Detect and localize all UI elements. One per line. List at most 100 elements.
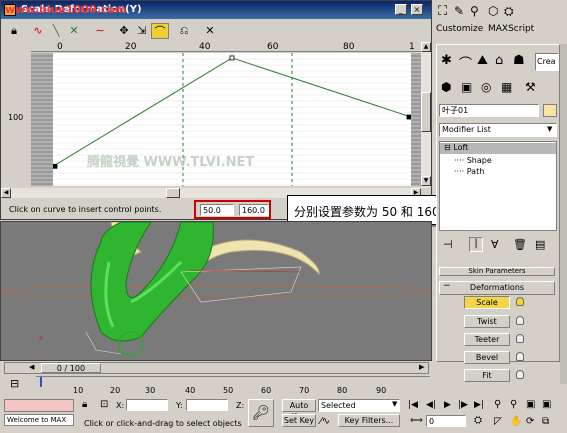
svg-text:x: x — [39, 334, 43, 342]
zoom-extents-icon[interactable]: ▣ — [526, 399, 535, 410]
go-to-start-icon[interactable]: |◀ — [408, 400, 418, 410]
welcome-field[interactable]: Welcome to MAX — [4, 414, 74, 426]
pin-stack-icon[interactable]: ⊣ — [443, 238, 453, 251]
track-bar-toggle-icon[interactable]: ⊟ — [10, 377, 19, 390]
create-tab[interactable]: Crea — [535, 53, 559, 71]
shapes-icon[interactable]: ▣ — [461, 80, 472, 94]
orbit-icon[interactable]: ⟳ — [526, 416, 534, 427]
create-tab-icon[interactable]: ✱ — [441, 53, 452, 68]
x-coord-field[interactable] — [126, 399, 168, 411]
cameras-icon[interactable]: ▦ — [501, 80, 512, 94]
modifier-list-dropdown[interactable]: Modifier List — [439, 123, 557, 137]
scale-point-icon[interactable]: ⇲ — [133, 23, 151, 39]
control-point[interactable] — [229, 55, 235, 61]
bevel-deform-button[interactable]: Bevel — [464, 351, 510, 364]
vertical-scrollbar[interactable]: ▲ ▼ — [421, 42, 431, 188]
previous-frame-icon[interactable]: ◀| — [426, 400, 436, 410]
lights-icon[interactable]: ◎ — [481, 80, 491, 94]
deformations-rollout[interactable]: Deformations — [439, 281, 555, 295]
configure-sets-icon[interactable]: ▤ — [535, 238, 545, 251]
set-key-curve-icon[interactable]: ⁄∿ — [320, 416, 330, 427]
absolute-mode-icon[interactable]: ⊡ — [100, 399, 108, 410]
key-mode-toggle-icon[interactable]: ⟺ — [410, 416, 423, 426]
pan-icon[interactable]: ✋ — [510, 416, 522, 427]
current-frame-field[interactable]: 0 — [426, 415, 466, 427]
zoom-icon[interactable]: ⚲ — [494, 399, 501, 410]
swap2-icon[interactable]: ∼ — [91, 23, 109, 39]
selected-dropdown[interactable]: Selected — [318, 399, 400, 412]
lock-selection-icon[interactable]: 🔒︎ — [82, 399, 87, 410]
auto-key-button[interactable]: Auto Key — [282, 399, 316, 421]
ruler-tick: 80 — [343, 42, 355, 52]
delete-point-icon[interactable]: ✕ — [201, 23, 219, 39]
skin-parameters-rollout[interactable]: Skin Parameters — [439, 267, 555, 276]
stack-item-loft[interactable]: ⊟ Loft — [440, 143, 556, 154]
zoom-extents-all-icon[interactable]: ▣ — [542, 399, 551, 410]
time-slider-thumb[interactable]: 0 / 100 — [41, 363, 101, 373]
set-key-button[interactable]: Set Key — [282, 414, 316, 427]
curve-alt-icon[interactable]: ╲ — [47, 23, 65, 39]
graph-status-text: Click on curve to insert control points. — [9, 205, 162, 214]
go-to-end-icon[interactable]: ▶| — [474, 400, 484, 410]
toolbar-icon-4[interactable]: ⬡ — [488, 4, 498, 18]
scale-bulb-icon[interactable] — [516, 297, 524, 306]
time-config-icon[interactable]: ⛭ — [474, 415, 482, 426]
timeline-tick: 80 — [337, 386, 348, 395]
twist-bulb-icon[interactable] — [516, 316, 524, 325]
slider-right-arrow[interactable]: ▶ — [419, 363, 424, 371]
lock-icon[interactable]: 🔒︎ — [5, 23, 23, 39]
key-filters-button[interactable]: Key Filters... — [338, 414, 400, 427]
toolbar-icon-5[interactable]: ⛭ — [504, 4, 514, 19]
perspective-viewport[interactable]: x — [0, 221, 432, 361]
move-point-icon[interactable]: ✥ — [115, 23, 133, 39]
hierarchy-tab-icon[interactable]: ⛰ — [477, 53, 488, 68]
menu-maxscript[interactable]: MAXScript — [488, 24, 534, 34]
point-y-field[interactable]: 160.0 — [239, 204, 269, 216]
toolbar-icon-1[interactable]: ⛶ — [438, 4, 447, 19]
slider-left-arrow[interactable]: ◀ — [29, 363, 34, 371]
object-color-swatch[interactable] — [543, 104, 557, 117]
toolbar-icon-3[interactable]: ⚲ — [470, 4, 479, 18]
maxscript-listener-mini[interactable] — [4, 399, 74, 412]
motion-tab-icon[interactable]: ⌂ — [495, 53, 503, 68]
time-slider[interactable]: 0 / 100 ◀ ▶ — [4, 362, 429, 374]
maximize-viewport-icon[interactable]: ⧉ — [542, 416, 549, 427]
twist-deform-button[interactable]: Twist — [464, 315, 510, 328]
control-point[interactable] — [406, 114, 411, 120]
make-unique-icon[interactable]: ∀ — [491, 238, 499, 251]
point-x-field[interactable]: 50.0 — [200, 204, 234, 216]
show-end-result-icon[interactable]: | — [469, 237, 483, 252]
scale-deform-button[interactable]: Scale — [464, 296, 510, 309]
utilities-icon[interactable]: ⚒ — [525, 80, 536, 94]
fit-deform-button[interactable]: Fit — [464, 369, 510, 382]
stack-item-path[interactable]: ···· Path — [454, 167, 484, 176]
zoom-all-icon[interactable]: ⚲ — [510, 399, 517, 410]
modify-tab-icon[interactable]: ⌒ — [459, 53, 472, 72]
next-frame-icon[interactable]: |▶ — [458, 400, 468, 410]
curve-icon[interactable]: ∿ — [29, 23, 47, 39]
remove-modifier-icon[interactable]: 🗑︎ — [513, 238, 527, 251]
minimize-button[interactable]: _ — [395, 4, 407, 15]
fit-bulb-icon[interactable] — [516, 370, 524, 379]
menu-customize[interactable]: Customize — [436, 24, 483, 34]
teeter-bulb-icon[interactable] — [516, 334, 524, 343]
fov-icon[interactable]: ◸ — [494, 416, 502, 427]
teeter-deform-button[interactable]: Teeter — [464, 333, 510, 346]
y-coord-field[interactable] — [186, 399, 228, 411]
control-point[interactable] — [53, 163, 58, 169]
panel-subtabs: ⬢ ▣ ◎ ▦ ⚒ — [439, 79, 557, 99]
bevel-bulb-icon[interactable] — [516, 352, 524, 361]
modifier-stack[interactable]: ⊟ Loft ···· Shape ···· Path — [439, 141, 557, 231]
swap-icon[interactable]: ✕ — [65, 23, 83, 39]
panel-scrollbar[interactable] — [560, 44, 567, 384]
close-button[interactable]: × — [411, 4, 423, 15]
stack-item-shape[interactable]: ···· Shape — [454, 156, 492, 165]
key-mode-icon[interactable]: 🔑︎ — [248, 399, 274, 427]
geometry-icon[interactable]: ⬢ — [441, 80, 451, 94]
reset-icon[interactable]: ⎌ — [175, 23, 193, 39]
play-icon[interactable]: ▶ — [444, 400, 451, 410]
corner-point-icon[interactable]: ⌒ — [151, 23, 169, 39]
toolbar-icon-2[interactable]: ✎ — [454, 4, 464, 18]
object-name-field[interactable]: 叶子01 — [439, 104, 539, 117]
display-tab-icon[interactable]: ☗ — [513, 53, 525, 68]
